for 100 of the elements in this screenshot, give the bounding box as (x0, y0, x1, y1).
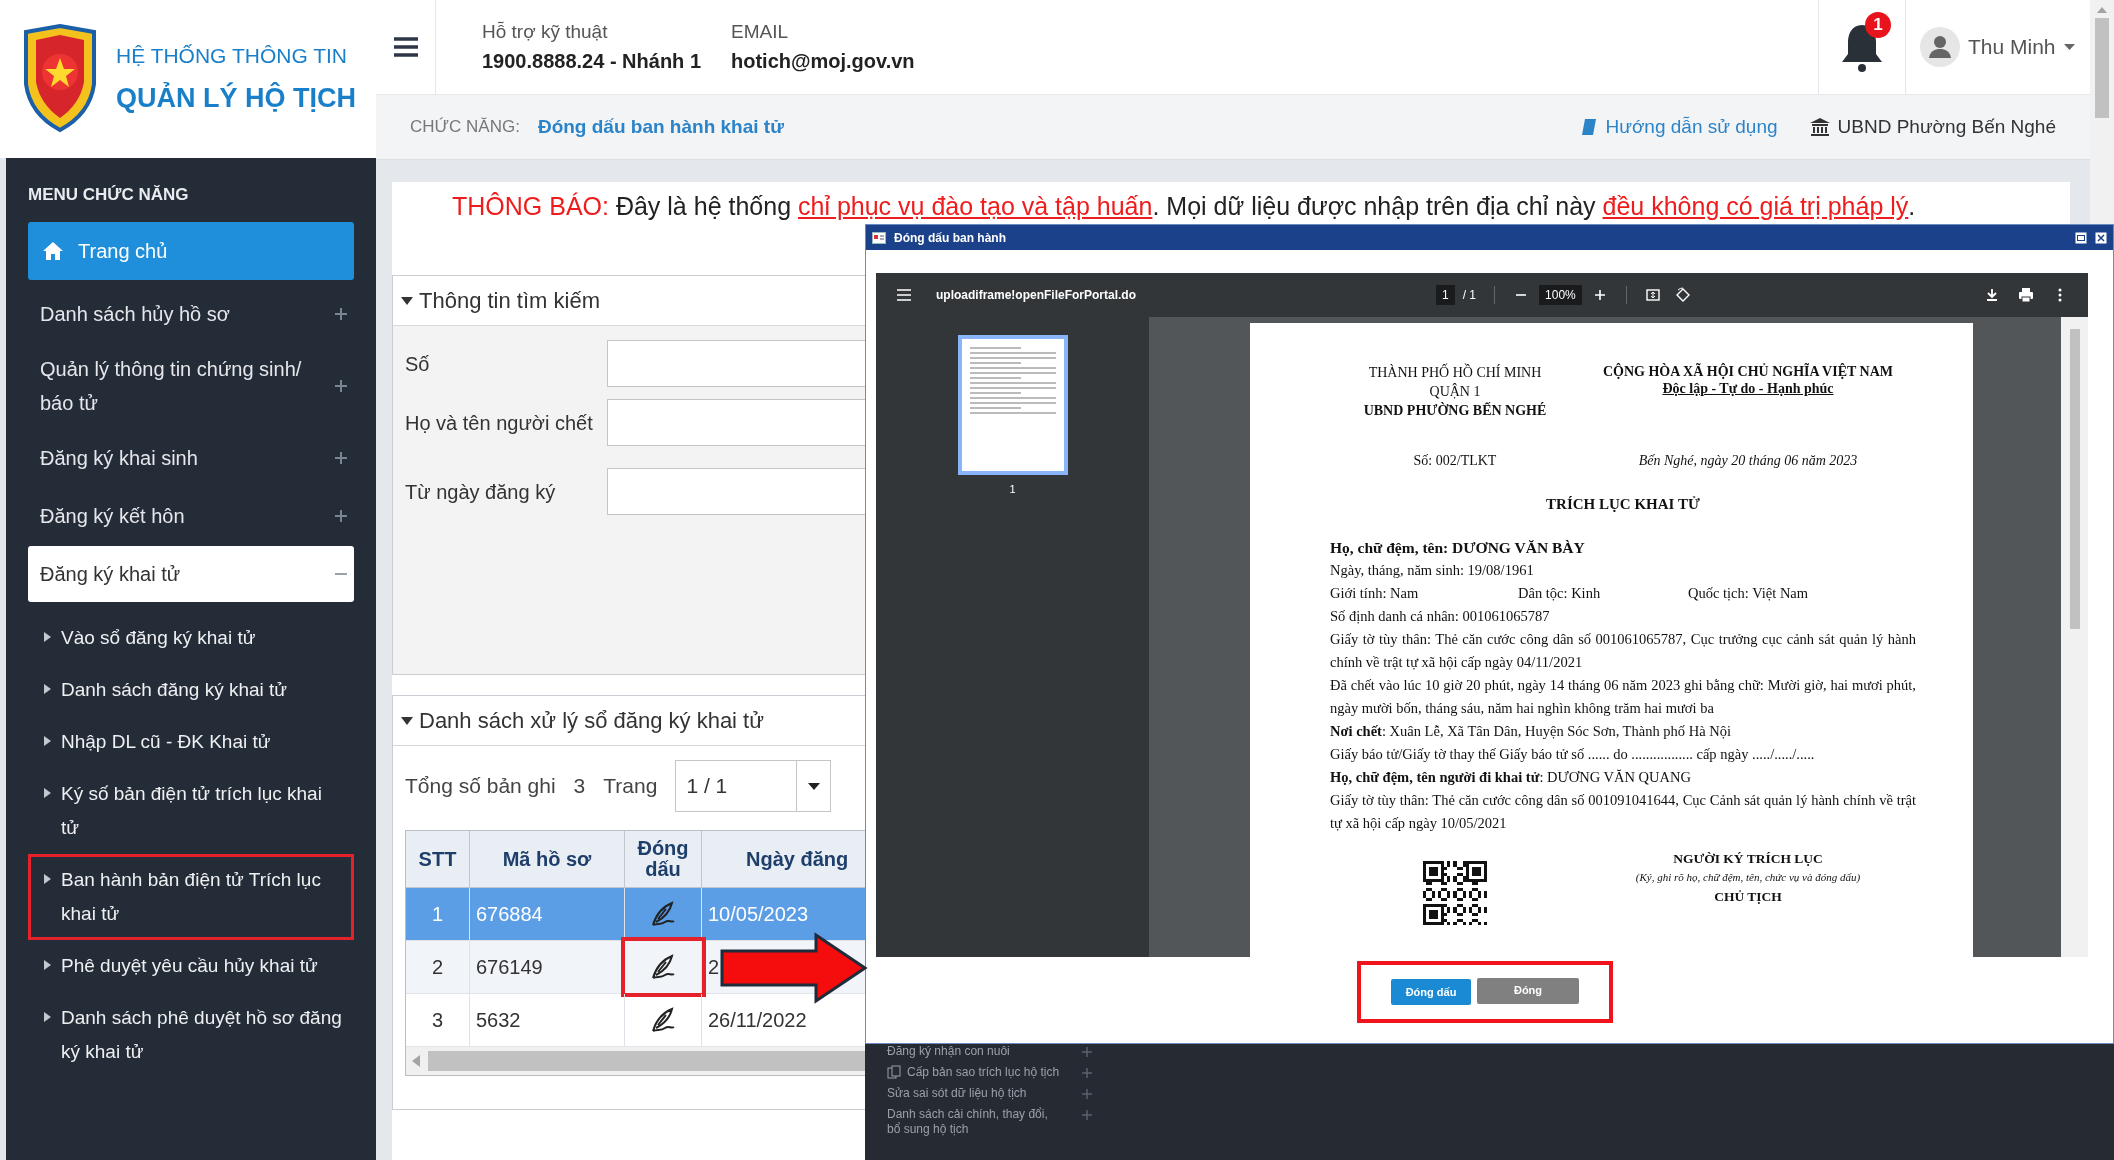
page-thumbnail[interactable] (957, 335, 1068, 475)
page-number-field[interactable]: 1 (1436, 285, 1455, 305)
submenu-item[interactable]: Nhập DL cũ - ĐK Khai tử (28, 715, 354, 768)
field-label: Số (405, 352, 430, 375)
app-subtitle: HỆ THỐNG THÔNG TIN (116, 43, 349, 69)
document-field: Dân tộc: Kinh (1518, 581, 1688, 605)
scrollbar-thumb[interactable] (2069, 329, 2080, 629)
home-icon (42, 240, 64, 261)
total-label: Tổng số bản ghi (405, 773, 556, 800)
scrollbar-thumb[interactable] (2095, 18, 2109, 118)
document-header-line: THÀNH PHỐ HỒ CHÍ MINH (1368, 363, 1542, 382)
submenu-item[interactable]: Vào sổ đăng ký khai tử (28, 611, 354, 664)
document-header-line: CỘNG HÒA XÃ HỘI CHỦ NGHĨA VIỆT NAM (1603, 363, 1893, 380)
email-label: EMAIL (731, 19, 790, 44)
panel-title[interactable]: Thông tin tìm kiếm (419, 284, 600, 317)
support-label: Hỗ trợ kỹ thuật (482, 19, 609, 44)
rotate-icon[interactable] (1674, 287, 1691, 303)
menu-item[interactable]: Đăng ký khai tử (28, 545, 354, 602)
close-icon[interactable] (2095, 231, 2107, 244)
caret-right-icon (44, 631, 51, 642)
signature-pen-icon[interactable] (650, 901, 676, 927)
file-name: uploadiframe!openFileForPortal.do (936, 287, 1136, 304)
zoom-field[interactable]: 100% (1539, 285, 1582, 305)
thumbnail-label: 1 (1009, 482, 1016, 497)
building-icon (1809, 118, 1830, 136)
document-field: Quốc tịch: Việt Nam (1688, 581, 1916, 605)
fit-page-icon[interactable] (1644, 287, 1661, 303)
dialog-button[interactable]: Đóng (1477, 977, 1579, 1004)
expand-icon[interactable] (334, 508, 348, 523)
menu-item[interactable]: Danh sách hủy hồ sơ (28, 285, 354, 342)
menu-icon[interactable] (393, 37, 418, 57)
caret-down-icon (2063, 44, 2075, 50)
table-cell-text: 10/05/2023 (708, 902, 809, 927)
copy-icon (887, 1065, 901, 1079)
menu-item[interactable]: Sửa sai sót dữ liệu hộ tịch (887, 1086, 1027, 1101)
avatar-icon (1920, 27, 1960, 67)
field-label: Từ ngày đăng ký (405, 480, 556, 503)
submenu-item[interactable]: Danh sách phê duyệt hồ sơ đăng ký khai tử (28, 991, 354, 1078)
document-number: Số: 002/TLKT (1413, 452, 1497, 470)
submenu-item[interactable]: Ban hành bản điện tử Trích lục khai tử (28, 853, 354, 940)
user-menu[interactable]: Thu Minh (1906, 0, 2090, 94)
table-cell: 1 (406, 888, 470, 940)
menu-item[interactable]: Đăng ký khai sinh (28, 429, 354, 486)
menu-item[interactable]: Đăng ký nhận con nuôi (887, 1044, 1010, 1059)
document-title: TRÍCH LỤC KHAI TỬ (1546, 495, 1700, 514)
document-line: Họ, chữ đệm, tên người đi khai tử: DƯƠNG VĂN QUANG (1330, 767, 1692, 787)
document-header-line: QUẬN 1 (1429, 382, 1481, 401)
expand-icon[interactable] (334, 450, 348, 465)
menu-item[interactable]: Quản lý thông tin chứng sinh/ báo tử (28, 343, 354, 428)
expand-icon[interactable] (334, 306, 348, 321)
app-title: QUẢN LÝ HỘ TỊCH (116, 81, 356, 115)
caret-right-icon (44, 787, 51, 798)
document-line: Họ, chữ đệm, tên: DƯƠNG VĂN BÀY (1330, 537, 1586, 558)
document-line: Giấy tờ tùy thân: Thẻ căn cước công dân số 001091041644, Cục Cảnh sát quản lý hành chính về trật tự xã hội cấp ngày 10/05/2021 (1330, 790, 1916, 833)
submenu-item[interactable]: Ký số bản điện tử trích lục khai tử (28, 767, 354, 854)
expand-icon[interactable] (334, 378, 348, 393)
submenu-item[interactable]: Phê duyệt yêu cầu hủy khai tử (28, 939, 354, 992)
table-cell: 5632 (470, 994, 625, 1046)
document-line: Nơi chết: Xuân Lễ, Xã Tân Dân, Huyện Sóc Sơn, Thành phố Hà Nội (1330, 721, 1732, 741)
signature-pen-icon[interactable] (650, 954, 676, 980)
signer-note: (Ký, ghi rõ họ, chữ đệm, tên, chức vụ và đóng dấu) (1635, 869, 1861, 885)
menu-item[interactable]: Cấp bản sao trích lục hộ tịch (907, 1065, 1060, 1080)
caret-down-icon[interactable] (401, 296, 413, 305)
signer-position: CHỦ TỊCH (1714, 888, 1782, 907)
page-select[interactable]: 1 / 1 (675, 760, 832, 812)
column-header[interactable]: Đóng dấu (625, 831, 702, 887)
panel-title[interactable]: Danh sách xử lý sổ đăng ký khai tử (419, 704, 764, 737)
email-address: hotich@moj.gov.vn (731, 49, 915, 75)
dialog-button[interactable]: Đóng dấu (1391, 979, 1471, 1005)
page-label: Trang (603, 773, 658, 800)
document-line: Số định danh cá nhân: 001061065787 (1330, 606, 1551, 626)
caret-right-icon (44, 959, 51, 970)
caret-right-icon (44, 1011, 51, 1022)
column-header[interactable]: STT (406, 831, 470, 887)
help-link[interactable]: Hướng dẫn sử dụng (1581, 112, 1778, 142)
column-header[interactable]: Mã hồ sơ (470, 831, 625, 887)
table-cell: 676884 (470, 888, 625, 940)
signature-pen-icon[interactable] (650, 1007, 676, 1033)
download-icon[interactable] (1984, 287, 2000, 303)
caret-down-icon[interactable] (401, 716, 413, 725)
caret-right-icon (44, 683, 51, 694)
menu-icon[interactable] (896, 287, 912, 303)
table-cell: 676149 (470, 941, 625, 993)
menu-heading: MENU CHỨC NĂNG (28, 184, 190, 206)
qr-code (1423, 860, 1487, 925)
menu-item[interactable]: Đăng ký kết hôn (28, 487, 354, 544)
submenu-item[interactable]: Danh sách đăng ký khai tử (28, 663, 354, 716)
menu-item[interactable]: Danh sách cải chính, thay đổi, bổ sung hộ tịch (887, 1107, 1057, 1137)
print-icon[interactable] (2018, 287, 2034, 303)
scrollbar[interactable] (2061, 317, 2088, 957)
caret-down-icon (807, 782, 820, 790)
caret-right-icon (44, 735, 51, 746)
breadcrumb-current: Đóng dấu ban hành khai tử (537, 114, 784, 139)
document-line: Đã chết vào lúc 10 giờ 20 phút, ngày 14 tháng 06 năm 2023 ghi bằng chữ: Mười giờ, hai mươi phút, ngày mười bốn, tháng sáu, năm hai nghìn không trăm hai mươi ba (1330, 675, 1916, 718)
document-line: Ngày, tháng, năm sinh: 19/08/1961 (1330, 560, 1535, 580)
document-header-line: UBND PHƯỜNG BẾN NGHÉ (1363, 401, 1547, 420)
support-phone: 1900.8888.24 - Nhánh 1 (482, 49, 701, 75)
maximize-icon[interactable] (2075, 231, 2087, 244)
document-line: Giấy tờ tùy thân: Thẻ căn cước công dân số 001061065787, Cục trưởng cục cảnh sát quản lý hành chính về trật tự xã hội cấp ngày 04/11/2021 (1330, 629, 1916, 672)
table-cell: 2 (406, 941, 470, 993)
